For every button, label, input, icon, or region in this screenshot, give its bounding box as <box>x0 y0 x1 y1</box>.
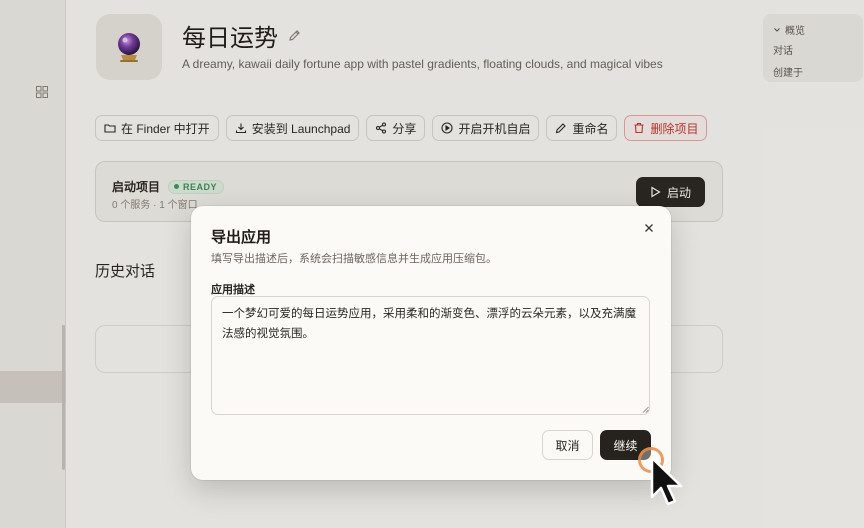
dialog-description: 填写导出描述后，系统会扫描敏感信息并生成应用压缩包。 <box>211 253 497 265</box>
dialog-title: 导出应用 <box>211 229 272 246</box>
close-icon <box>645 224 653 232</box>
app-description-label: 应用描述 <box>211 284 255 296</box>
resize-grip-icon[interactable] <box>642 406 649 413</box>
close-button[interactable] <box>641 220 657 236</box>
export-dialog: 导出应用 填写导出描述后，系统会扫描敏感信息并生成应用压缩包。 应用描述 一个梦… <box>191 206 671 480</box>
cancel-button[interactable]: 取消 <box>542 430 593 460</box>
app-description-input[interactable]: 一个梦幻可爱的每日运势应用，采用柔和的渐变色、漂浮的云朵元素，以及充满魔法感的视… <box>211 296 650 415</box>
mouse-pointer-icon <box>650 456 683 506</box>
